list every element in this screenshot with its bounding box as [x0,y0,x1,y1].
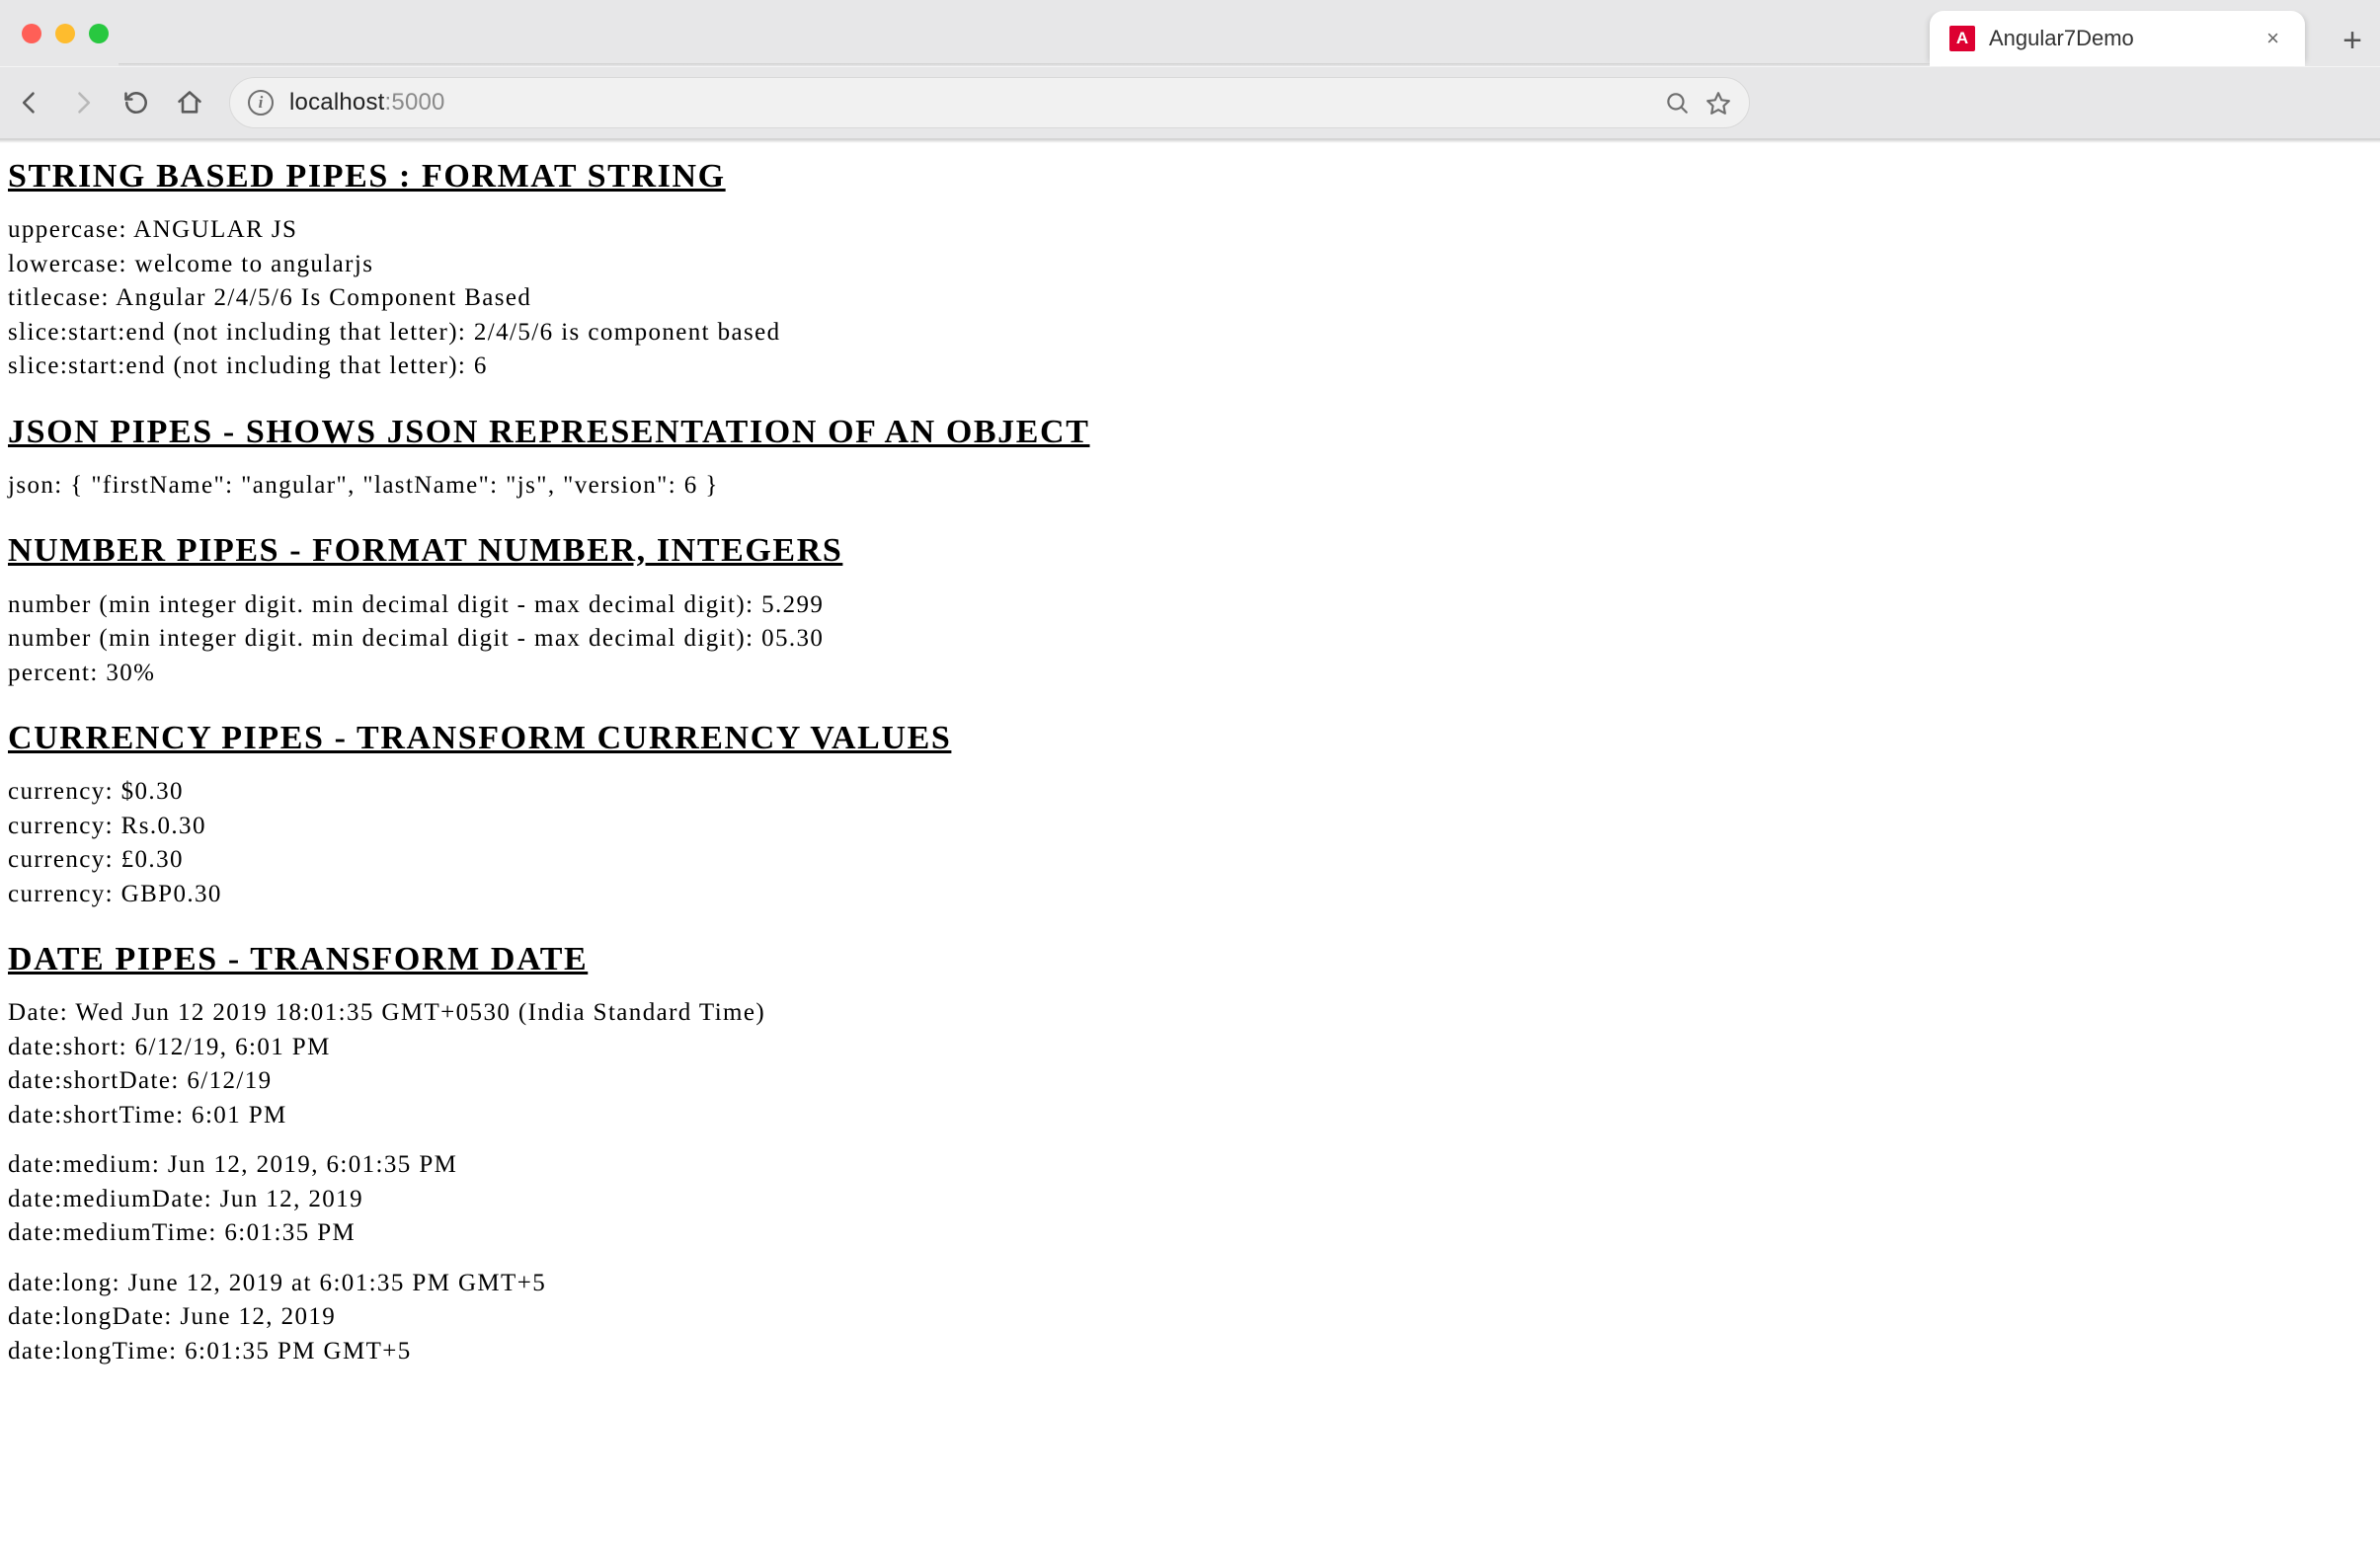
line-date-raw: Date: Wed Jun 12 2019 18:01:35 GMT+0530 … [8,997,2372,1030]
line-slice-1: slice:start:end (not including that lett… [8,317,2372,350]
window-zoom-button[interactable] [89,24,109,43]
bookmark-star-icon[interactable] [1706,90,1731,116]
line-lowercase: lowercase: welcome to angularjs [8,249,2372,281]
browser-toolbar: i localhost:5000 [0,66,2380,138]
date-block-long: date:long: June 12, 2019 at 6:01:35 PM G… [8,1268,2372,1368]
url-text: localhost:5000 [289,89,1648,117]
window-controls [22,24,109,43]
line-titlecase: titlecase: Angular 2/4/5/6 Is Component … [8,282,2372,315]
tab-title: Angular7Demo [1989,26,2253,51]
json-pipes-block: json: { "firstName": "angular", "lastNam… [8,470,2372,503]
url-port: :5000 [385,89,445,116]
site-info-icon[interactable]: i [248,90,274,116]
zoom-icon[interactable] [1664,90,1690,116]
page-content: STRING BASED PIPES : FORMAT STRING upper… [0,143,2380,1425]
line-currency-rs: currency: Rs.0.30 [8,811,2372,843]
date-block-medium: date:medium: Jun 12, 2019, 6:01:35 PM da… [8,1149,2372,1250]
browser-tab-active[interactable]: A Angular7Demo × [1930,11,2305,66]
line-currency-gbp-code: currency: GBP0.30 [8,879,2372,911]
line-percent: percent: 30% [8,658,2372,690]
heading-currency-pipes: CURRENCY PIPES - TRANSFORM CURRENCY VALU… [8,717,2372,760]
window-minimize-button[interactable] [55,24,75,43]
line-date-short: date:short: 6/12/19, 6:01 PM [8,1032,2372,1064]
number-pipes-block: number (min integer digit. min decimal d… [8,589,2372,690]
line-date-long: date:long: June 12, 2019 at 6:01:35 PM G… [8,1268,2372,1300]
line-date-longdate: date:longDate: June 12, 2019 [8,1301,2372,1334]
line-currency-gbp-symbol: currency: £0.30 [8,844,2372,877]
tab-strip [119,0,1930,66]
line-currency-usd: currency: $0.30 [8,776,2372,809]
line-date-mediumtime: date:mediumTime: 6:01:35 PM [8,1217,2372,1250]
url-host: localhost [289,89,385,116]
line-date-shortdate: date:shortDate: 6/12/19 [8,1065,2372,1098]
heading-json-pipes: JSON PIPES - SHOWS JSON REPRESENTATION O… [8,411,2372,454]
angular-icon: A [1949,26,1975,51]
line-date-longtime: date:longTime: 6:01:35 PM GMT+5 [8,1336,2372,1368]
tab-bar: A Angular7Demo × + [0,0,2380,66]
date-block-default-short: Date: Wed Jun 12 2019 18:01:35 GMT+0530 … [8,997,2372,1131]
line-slice-2: slice:start:end (not including that lett… [8,351,2372,383]
new-tab-button[interactable]: + [2325,22,2380,60]
home-button[interactable] [176,89,203,117]
line-json: json: { "firstName": "angular", "lastNam… [8,470,2372,503]
reload-button[interactable] [122,89,150,117]
heading-string-pipes: STRING BASED PIPES : FORMAT STRING [8,155,2372,198]
line-uppercase: uppercase: ANGULAR JS [8,214,2372,247]
heading-number-pipes: NUMBER PIPES - FORMAT NUMBER, INTEGERS [8,529,2372,573]
string-pipes-block: uppercase: ANGULAR JS lowercase: welcome… [8,214,2372,383]
line-date-shorttime: date:shortTime: 6:01 PM [8,1100,2372,1132]
line-date-mediumdate: date:mediumDate: Jun 12, 2019 [8,1184,2372,1216]
heading-date-pipes: DATE PIPES - TRANSFORM DATE [8,938,2372,981]
line-number-1: number (min integer digit. min decimal d… [8,589,2372,622]
back-button[interactable] [16,89,43,117]
line-number-2: number (min integer digit. min decimal d… [8,623,2372,656]
line-date-medium: date:medium: Jun 12, 2019, 6:01:35 PM [8,1149,2372,1182]
window-close-button[interactable] [22,24,41,43]
currency-pipes-block: currency: $0.30 currency: Rs.0.30 curren… [8,776,2372,910]
browser-chrome: A Angular7Demo × + i localhost:5000 [0,0,2380,139]
address-bar[interactable]: i localhost:5000 [229,77,1750,128]
forward-button[interactable] [69,89,97,117]
tab-close-button[interactable]: × [2266,28,2279,49]
